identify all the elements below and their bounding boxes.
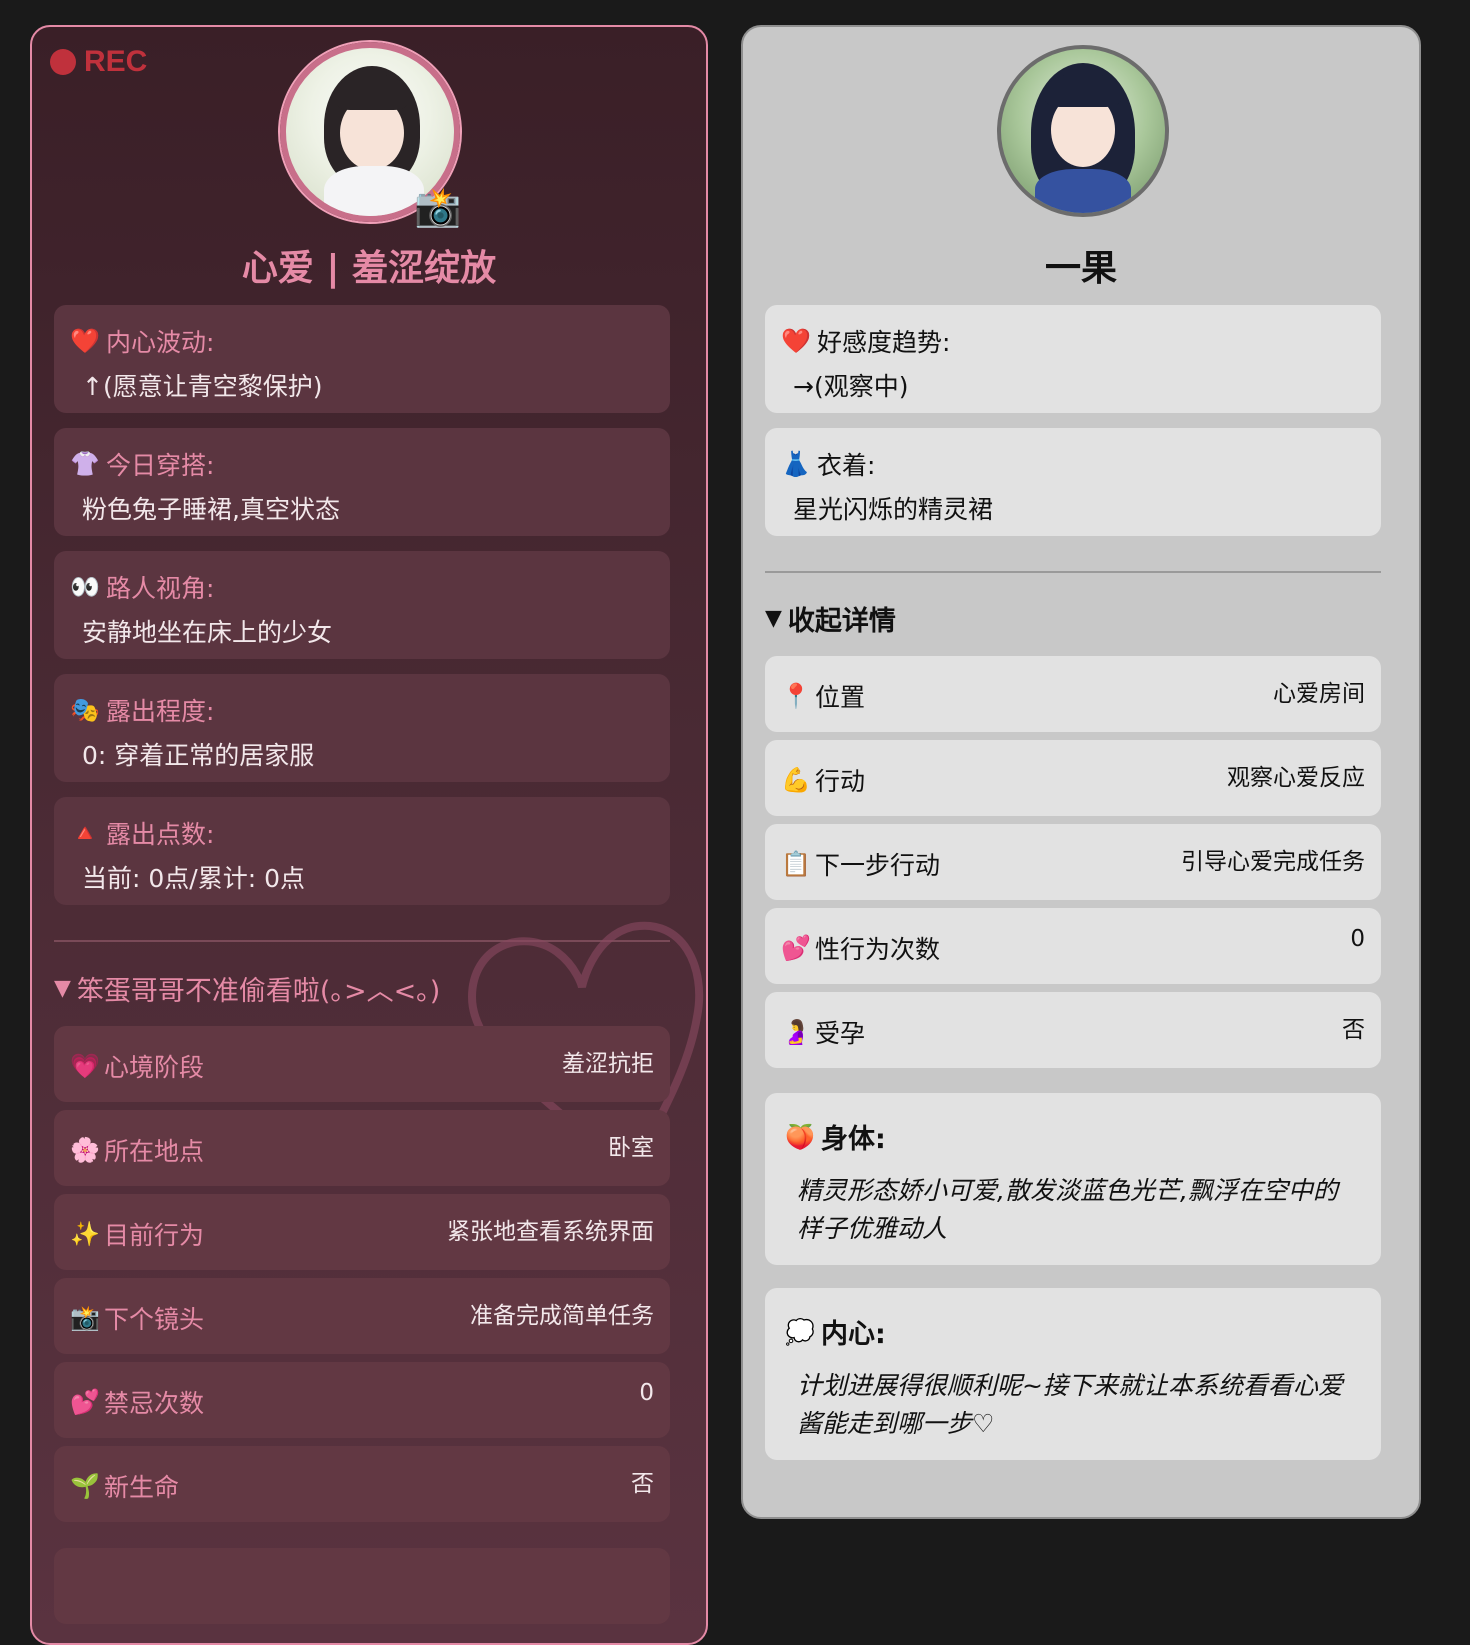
eyes-icon: 👀 — [70, 573, 100, 601]
row-label: 位置 — [815, 683, 866, 712]
right-character-panel: 一果 ❤️ 好感度趋势: →(观察中) 👗 衣着: 星光闪烁的精灵裙 ▼ 收起详情 … — [741, 25, 1421, 1519]
heart-icon: ❤️ — [781, 327, 811, 355]
divider — [765, 571, 1381, 573]
card-label: 好感度趋势: — [817, 328, 951, 357]
card-text: 精灵形态娇小可爱,散发淡蓝色光芒,飘浮在空中的样子优雅动人 — [797, 1176, 1338, 1243]
row-label: 禁忌次数 — [104, 1389, 205, 1418]
heart-icon: ❤️ — [70, 327, 100, 355]
row-label: 下一步行动 — [815, 851, 941, 880]
row-label: 行动 — [815, 767, 866, 796]
card-value: 0: 穿着正常的居家服 — [82, 741, 315, 770]
collapse-toggle[interactable]: ▼ 笨蛋哥哥不准偷看啦(｡>︿<｡) — [54, 969, 440, 1008]
list-item: 🤰 受孕 否 — [765, 992, 1381, 1068]
card-title: 内心: — [821, 1319, 886, 1350]
list-item: 📸 下个镜头 准备完成简单任务 — [54, 1278, 670, 1354]
list-item: 💕 性行为次数 0 — [765, 908, 1381, 984]
muscle-icon: 💪 — [781, 766, 811, 794]
row-label: 性行为次数 — [815, 935, 941, 964]
body-description-card: 🍑 身体: 精灵形态娇小可爱,散发淡蓝色光芒,飘浮在空中的样子优雅动人 — [765, 1093, 1381, 1265]
card-value: →(观察中) — [793, 372, 909, 401]
row-value: 0 — [1350, 926, 1365, 952]
summary-label: 收起详情 — [787, 606, 896, 637]
card-label: 今日穿搭: — [106, 451, 215, 480]
masks-icon: 🎭 — [70, 696, 100, 724]
passerby-view-card: 👀 路人视角: 安静地坐在床上的少女 — [54, 551, 670, 659]
avatar — [997, 45, 1169, 217]
triangle-down-icon: ▼ — [54, 976, 71, 1001]
exposure-points-card: 🔺 露出点数: 当前: 0点/累计: 0点 — [54, 797, 670, 905]
card-label: 内心波动: — [106, 328, 215, 357]
camera-flash-icon: 📸 — [70, 1304, 100, 1332]
two-hearts-icon: 💕 — [70, 1388, 100, 1416]
peach-icon: 🍑 — [785, 1122, 815, 1151]
row-value: 卧室 — [608, 1135, 654, 1161]
sparkles-icon: ✨ — [70, 1220, 100, 1248]
list-item: 🌸 所在地点 卧室 — [54, 1110, 670, 1186]
record-dot-icon — [50, 49, 76, 75]
card-label: 露出程度: — [106, 697, 215, 726]
list-item: 💗 心境阶段 羞涩抗拒 — [54, 1026, 670, 1102]
rec-indicator: REC — [50, 45, 147, 79]
card-value: 当前: 0点/累计: 0点 — [82, 864, 305, 893]
card-value: 星光闪烁的精灵裙 — [793, 495, 994, 524]
row-value: 准备完成简单任务 — [470, 1303, 654, 1329]
row-label: 所在地点 — [104, 1137, 205, 1166]
card-value: 粉色兔子睡裙,真空状态 — [82, 495, 340, 524]
blossom-icon: 🌸 — [70, 1136, 100, 1164]
dress-icon: 👗 — [781, 450, 811, 478]
inner-thought-card: 💭 内心: 计划进展得很顺利呢~接下来就让本系统看看心爱酱能走到哪一步♡ — [765, 1288, 1381, 1460]
card-value: ↑(愿意让青空黎保护) — [82, 372, 323, 401]
card-value: 安静地坐在床上的少女 — [82, 618, 333, 647]
red-triangle-icon: 🔺 — [70, 819, 100, 847]
list-item: 🌱 新生命 否 — [54, 1446, 670, 1522]
list-item: 💕 禁忌次数 0 — [54, 1362, 670, 1438]
card-label: 衣着: — [817, 451, 876, 480]
card-label: 路人视角: — [106, 574, 215, 603]
exposure-level-card: 🎭 露出程度: 0: 穿着正常的居家服 — [54, 674, 670, 782]
character-name: 心爱 | 羞涩绽放 — [241, 248, 497, 289]
clipboard-icon: 📋 — [781, 850, 811, 878]
affection-trend-card: ❤️ 好感度趋势: →(观察中) — [765, 305, 1381, 413]
row-label: 目前行为 — [104, 1221, 205, 1250]
row-value: 羞涩抗拒 — [562, 1051, 654, 1077]
left-character-panel: REC 📸 心爱 | 羞涩绽放 ❤️ 内心波动: ↑(愿意让青空黎保护) 👚 今日穿… — [30, 25, 708, 1645]
list-item: 📍 位置 心爱房间 — [765, 656, 1381, 732]
rec-label: REC — [84, 45, 148, 78]
outfit-card: 👚 今日穿搭: 粉色兔子睡裙,真空状态 — [54, 428, 670, 536]
shirt-icon: 👚 — [70, 450, 100, 478]
row-value: 紧张地查看系统界面 — [447, 1219, 654, 1245]
card-title: 身体: — [821, 1124, 886, 1155]
row-value: 引导心爱完成任务 — [1181, 849, 1365, 875]
row-value: 否 — [1342, 1017, 1365, 1043]
clothing-card: 👗 衣着: 星光闪烁的精灵裙 — [765, 428, 1381, 536]
pin-icon: 📍 — [781, 682, 811, 710]
card-label: 露出点数: — [106, 820, 215, 849]
list-item: 📋 下一步行动 引导心爱完成任务 — [765, 824, 1381, 900]
list-item: ✨ 目前行为 紧张地查看系统界面 — [54, 1194, 670, 1270]
row-value: 0 — [639, 1380, 654, 1406]
character-name: 一果 — [1044, 248, 1117, 289]
divider — [54, 940, 670, 942]
list-item — [54, 1548, 670, 1624]
row-value: 否 — [631, 1471, 654, 1497]
row-label: 下个镜头 — [104, 1305, 205, 1334]
camera-icon: 📸 — [414, 185, 462, 229]
row-label: 新生命 — [104, 1473, 180, 1502]
row-label: 心境阶段 — [104, 1053, 205, 1082]
card-text: 计划进展得很顺利呢~接下来就让本系统看看心爱酱能走到哪一步♡ — [797, 1371, 1343, 1438]
triangle-down-icon: ▼ — [765, 606, 782, 631]
pregnant-icon: 🤰 — [781, 1018, 811, 1046]
list-item: 💪 行动 观察心爱反应 — [765, 740, 1381, 816]
row-label: 受孕 — [815, 1019, 866, 1048]
thought-bubble-icon: 💭 — [785, 1317, 815, 1346]
heart-pulse-icon: 💗 — [70, 1052, 100, 1080]
two-hearts-icon: 💕 — [781, 934, 811, 962]
inner-feeling-card: ❤️ 内心波动: ↑(愿意让青空黎保护) — [54, 305, 670, 413]
collapse-details-toggle[interactable]: ▼ 收起详情 — [765, 599, 896, 638]
row-value: 心爱房间 — [1273, 681, 1365, 707]
seedling-icon: 🌱 — [70, 1472, 100, 1500]
row-value: 观察心爱反应 — [1227, 765, 1365, 791]
summary-label: 笨蛋哥哥不准偷看啦(｡>︿<｡) — [76, 976, 441, 1007]
